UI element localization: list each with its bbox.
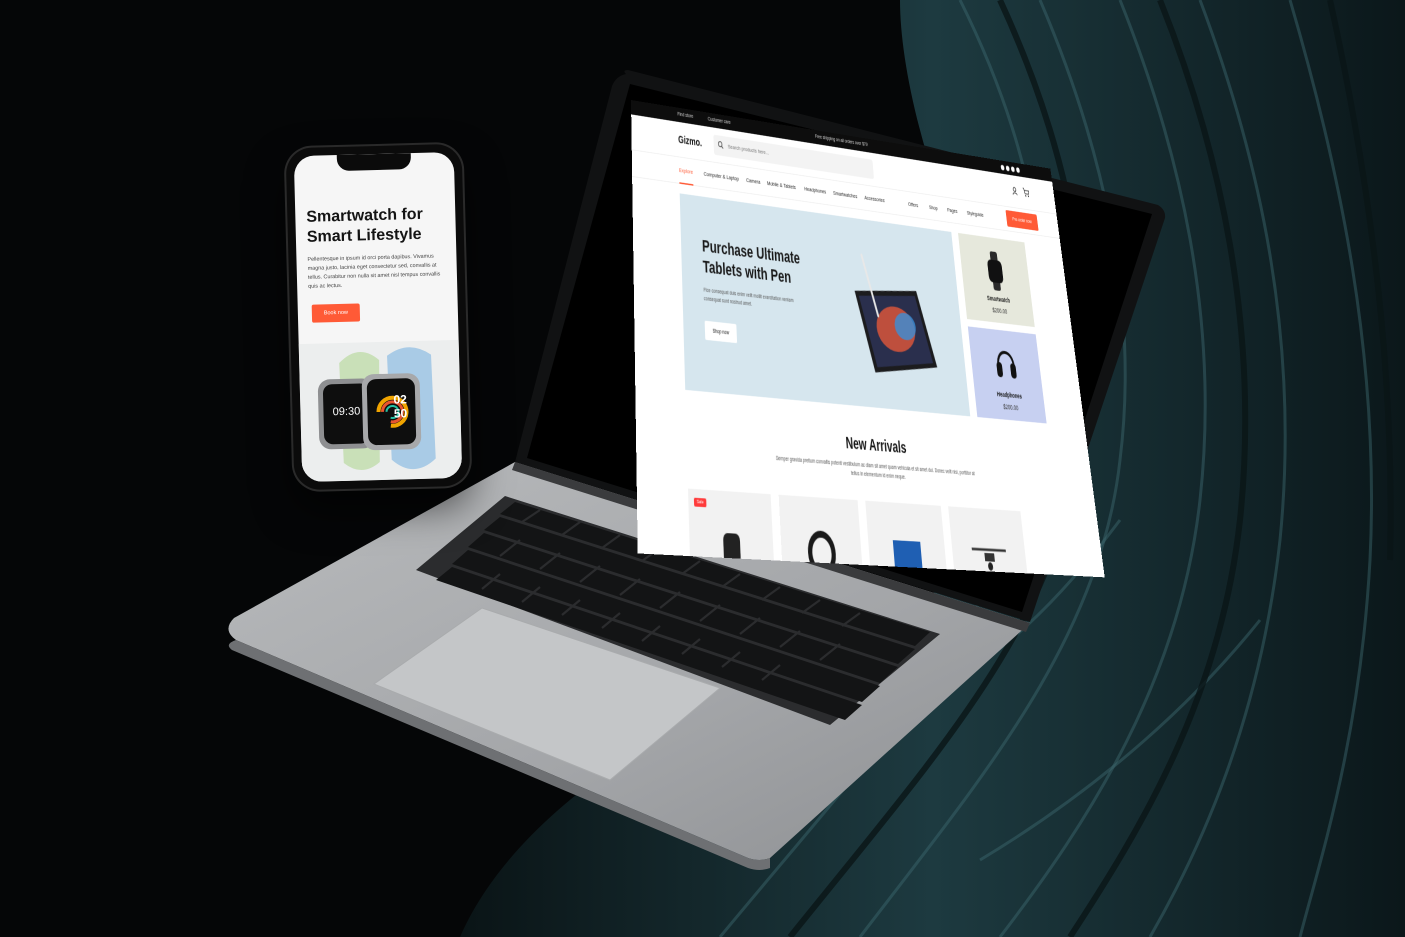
book-now-button[interactable]: Book now	[312, 303, 360, 322]
product-card[interactable]	[948, 506, 1031, 577]
site-logo[interactable]: Gizmo.	[678, 133, 702, 148]
shop-now-button[interactable]: Shop now	[705, 321, 737, 344]
smartwatch-product-image: 09:30 02 50	[299, 340, 463, 482]
phone-notch	[337, 153, 411, 171]
nav-item-accessories[interactable]: Accessories	[864, 194, 885, 203]
nav-item-camera[interactable]: Camera	[746, 177, 760, 186]
mobile-hero-text: Pellentesque in ipsum id orci porta dapi…	[307, 252, 444, 292]
nav-item-explore[interactable]: Explore	[679, 167, 693, 176]
youtube-icon	[1016, 167, 1020, 173]
nav-item-shop[interactable]: Shop	[929, 204, 938, 212]
nav-item-smartwatches[interactable]: Smartwatches	[833, 190, 858, 200]
laptop-website: Find store Customer care Free shipping o…	[631, 100, 1105, 577]
hero-title: Purchase Ultimate Tablets with Pen	[702, 235, 816, 290]
nav-item-styleguide[interactable]: Styleguide	[967, 210, 984, 219]
find-store-link[interactable]: Find store	[677, 112, 693, 120]
tablet-image	[832, 244, 955, 400]
search-icon	[718, 140, 724, 150]
right-watch-minute: 50	[394, 406, 408, 420]
nav-item-computer-laptop[interactable]: Computer & Laptop	[704, 170, 739, 182]
phone-device: Smartwatch for Smart Lifestyle Pellentes…	[286, 144, 471, 490]
smartwatch-card[interactable]: Smartwatch $200.00	[958, 233, 1035, 327]
hero-banner: Purchase Ultimate Tablets with Pen Fice …	[680, 193, 971, 416]
instagram-icon	[1011, 166, 1015, 172]
right-watch-hour: 02	[393, 392, 407, 406]
hero-text: Fice consequat duis enim velit mollit ex…	[703, 286, 797, 314]
sale-badge: Sale	[694, 498, 707, 508]
headphones-card[interactable]: Headphones $200.00	[968, 326, 1047, 423]
nav-item-pages[interactable]: Pages	[947, 207, 958, 215]
left-watch-time: 09:30	[333, 405, 361, 418]
mobile-hero-title: Smartwatch for Smart Lifestyle	[306, 204, 447, 248]
customer-care-link[interactable]: Customer care	[708, 117, 731, 126]
preorder-button[interactable]: Pre-order now	[1005, 210, 1038, 231]
cart-icon[interactable]	[1022, 187, 1030, 197]
twitter-icon	[1006, 166, 1010, 172]
nav-item-headphones[interactable]: Headphones	[804, 185, 826, 195]
facebook-icon	[1001, 165, 1005, 171]
user-icon[interactable]	[1011, 186, 1018, 196]
phone-screen: Smartwatch for Smart Lifestyle Pellentes…	[294, 152, 462, 482]
nav-item-offers[interactable]: Offers	[908, 201, 919, 209]
drone-image	[968, 540, 1010, 575]
nav-item-mobile-tablets[interactable]: Mobile & Tablets	[767, 180, 796, 191]
